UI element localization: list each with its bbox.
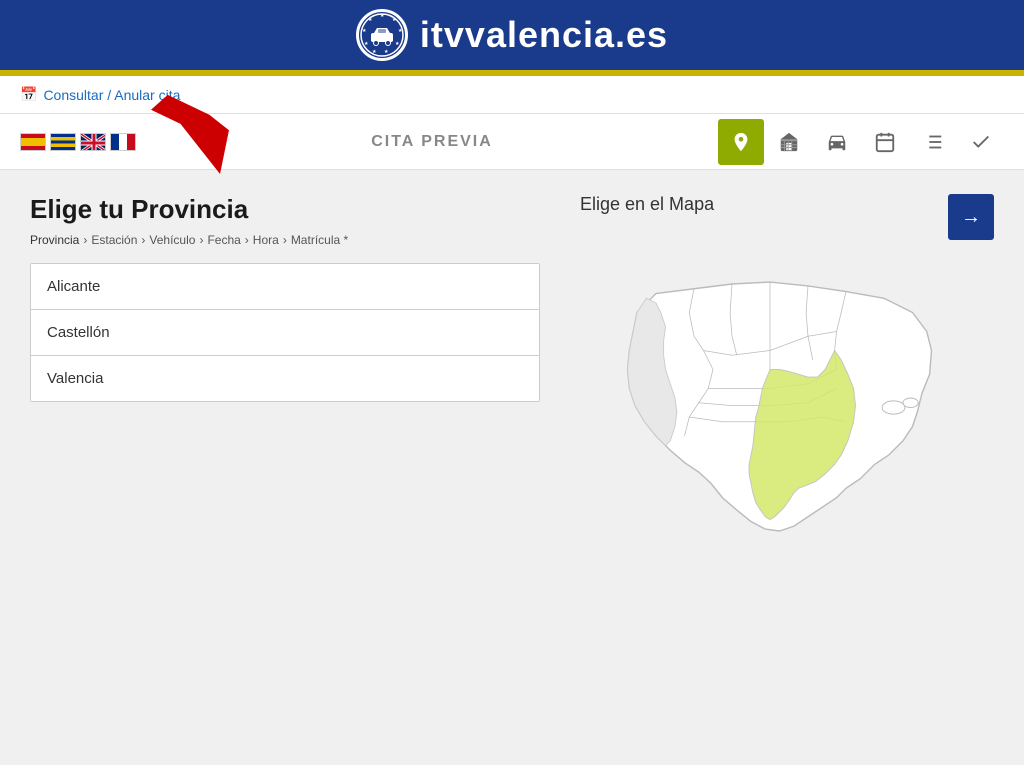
nav-icon-calendar[interactable]: [862, 119, 908, 165]
spain-map-container: [580, 227, 960, 607]
breadcrumb-estacion: Estación: [91, 233, 137, 247]
header: ★ ★ ★ ★ ★ ★ ★ ★ ★ itvvalencia.es: [0, 0, 1024, 70]
consultar-calendar-icon: 📅: [20, 86, 37, 103]
svg-text:★: ★: [368, 17, 373, 23]
logo-circle: ★ ★ ★ ★ ★ ★ ★ ★ ★: [356, 9, 408, 61]
navbar: CITA PREVIA: [0, 114, 1024, 170]
svg-text:★: ★: [362, 28, 367, 34]
breadcrumb-vehiculo: Vehículo: [149, 233, 195, 247]
nav-title: CITA PREVIA: [156, 133, 708, 151]
breadcrumb-hora: Hora: [253, 233, 279, 247]
main-content: Elige tu Provincia Provincia › Estación …: [0, 170, 1024, 631]
province-castellon[interactable]: Castellón: [31, 310, 539, 356]
nav-icon-building[interactable]: [766, 119, 812, 165]
right-panel: Elige en el Mapa: [580, 194, 994, 607]
breadcrumb-fecha: Fecha: [207, 233, 240, 247]
page-title: Elige tu Provincia: [30, 194, 540, 225]
nav-icon-list[interactable]: [910, 119, 956, 165]
nav-icon-check[interactable]: [958, 119, 1004, 165]
spain-map-svg: [580, 227, 960, 607]
svg-text:★: ★: [380, 13, 385, 19]
province-valencia[interactable]: Valencia: [31, 356, 539, 401]
map-title: Elige en el Mapa: [580, 194, 994, 215]
svg-text:★: ★: [372, 49, 377, 55]
breadcrumb-matricula: Matrícula *: [291, 233, 348, 247]
consultar-bar: 📅 Consultar / Anular cita: [0, 76, 1024, 114]
language-flags: [20, 133, 136, 151]
svg-text:★: ★: [364, 41, 369, 47]
breadcrumb-provincia: Provincia: [30, 233, 79, 247]
next-button[interactable]: →: [948, 194, 994, 240]
nav-icon-car[interactable]: [814, 119, 860, 165]
svg-text:★: ★: [384, 49, 389, 55]
breadcrumb: Provincia › Estación › Vehículo › Fecha …: [30, 233, 540, 247]
flag-es[interactable]: [20, 133, 46, 151]
svg-text:★: ★: [392, 17, 397, 23]
left-panel: Elige tu Provincia Provincia › Estación …: [30, 194, 540, 607]
nav-icons: [718, 119, 1004, 165]
svg-text:★: ★: [398, 28, 403, 34]
consultar-link[interactable]: Consultar / Anular cita: [43, 87, 180, 103]
flag-ca[interactable]: [50, 133, 76, 151]
svg-text:★: ★: [395, 41, 400, 47]
site-title: itvvalencia.es: [420, 14, 668, 56]
flag-fr[interactable]: [110, 133, 136, 151]
nav-icon-location[interactable]: [718, 119, 764, 165]
province-alicante[interactable]: Alicante: [31, 264, 539, 310]
flag-en[interactable]: [80, 133, 106, 151]
province-list: Alicante Castellón Valencia: [30, 263, 540, 402]
logo-svg: ★ ★ ★ ★ ★ ★ ★ ★ ★: [359, 12, 405, 58]
